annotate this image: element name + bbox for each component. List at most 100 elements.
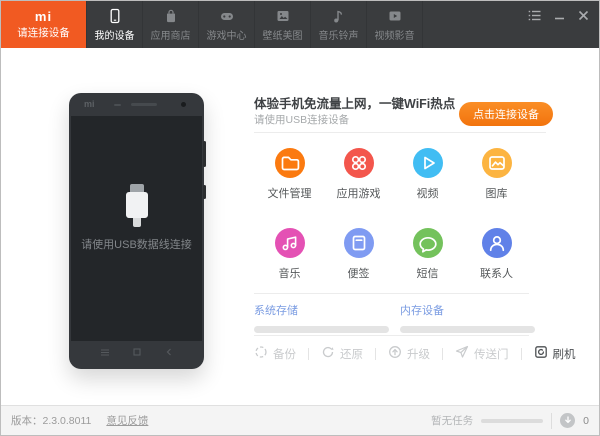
shortcut-label: 短信 (416, 268, 439, 280)
storage-section: 系统存储 内存设备 (254, 302, 535, 333)
shortcut-label: 联系人 (480, 268, 513, 280)
usb-plug-icon (125, 184, 148, 227)
tab-label: 音乐铃声 (318, 30, 359, 42)
shortcut-label: 应用游戏 (336, 188, 381, 200)
phone-mi-logo: mi (84, 99, 95, 109)
connect-device-button[interactable]: 点击连接设备 (459, 102, 553, 126)
phone-nav-buttons (69, 343, 204, 361)
store-bag-icon (163, 8, 179, 24)
restore-icon (321, 345, 335, 362)
storage-internal-bar (400, 326, 535, 333)
phone-volume-button (203, 141, 206, 167)
tool-label: 刷机 (552, 348, 576, 361)
storage-system: 系统存储 (254, 302, 389, 333)
shortcut-label: 图库 (485, 188, 508, 200)
phone-earpiece (131, 103, 157, 106)
shortcut-video[interactable]: 视频 (393, 148, 462, 201)
tab-my-device[interactable]: 我的设备 (86, 1, 143, 48)
tab-label: 我的设备 (94, 30, 135, 42)
tab-label: 游戏中心 (206, 30, 247, 42)
menu-icon (101, 343, 110, 361)
shortcut-sms[interactable]: 短信 (393, 228, 462, 281)
folder-icon (274, 148, 305, 178)
tab-music-ringtones[interactable]: 音乐铃声 (311, 1, 367, 48)
usb-hint-text: 请使用USB数据线连接 (81, 239, 192, 251)
divider (442, 347, 443, 360)
tool-label: 还原 (340, 348, 363, 361)
tool-flash[interactable]: 刷机 (534, 345, 576, 362)
storage-internal-label[interactable]: 内存设备 (400, 302, 535, 318)
brand-block: mi 请连接设备 (1, 1, 86, 48)
shortcut-contacts[interactable]: 联系人 (462, 228, 531, 281)
shortcut-label: 便签 (347, 268, 370, 280)
tools-row: 备份 还原 升级 传送门 刷机 (254, 345, 576, 362)
tab-wallpapers[interactable]: 壁纸美图 (255, 1, 311, 48)
tool-label: 备份 (273, 348, 296, 361)
shortcut-label: 音乐 (278, 268, 301, 280)
upgrade-icon (388, 345, 402, 362)
divider (254, 335, 529, 336)
tool-label: 升级 (407, 348, 430, 361)
gamepad-icon (219, 8, 235, 24)
phone-camera (181, 102, 186, 107)
storage-system-label[interactable]: 系统存储 (254, 302, 389, 318)
flash-icon (534, 345, 548, 362)
phone-screen: 请使用USB数据线连接 (71, 116, 202, 341)
divider (375, 347, 376, 360)
shortcut-apps-games[interactable]: 应用游戏 (324, 148, 393, 201)
divider (551, 412, 553, 429)
version-text: 版本：2.3.0.8011 (11, 415, 92, 427)
shortcut-music[interactable]: 音乐 (255, 228, 324, 281)
divider (254, 132, 546, 133)
task-count: 0 (583, 414, 589, 427)
window-controls (528, 10, 589, 21)
phone-sensor (114, 104, 121, 106)
notes-icon (343, 228, 374, 258)
back-icon (166, 343, 172, 361)
phone-icon (107, 8, 123, 24)
download-task-icon[interactable] (560, 413, 576, 428)
close-icon[interactable] (578, 10, 589, 21)
shortcut-gallery[interactable]: 图库 (462, 148, 531, 201)
tab-label: 应用商店 (150, 30, 191, 42)
task-list-icon[interactable] (528, 10, 541, 21)
tab-video[interactable]: 视频影音 (367, 1, 423, 48)
storage-system-bar (254, 326, 389, 333)
home-icon (133, 343, 142, 361)
tab-app-store[interactable]: 应用商店 (143, 1, 199, 48)
status-left: 版本：2.3.0.8011 意见反馈 (11, 413, 148, 428)
sub-headline: 请使用USB连接设备 (254, 114, 350, 126)
shortcut-label: 文件管理 (267, 188, 312, 200)
divider (308, 347, 309, 360)
shortcut-notes[interactable]: 便签 (324, 228, 393, 281)
video-icon (387, 8, 403, 24)
sms-bubble-icon (412, 228, 443, 258)
portal-icon (455, 345, 469, 362)
status-bar: 版本：2.3.0.8011 意见反馈 暂无任务 0 (1, 405, 599, 435)
feedback-link[interactable]: 意见反馈 (106, 413, 148, 428)
gallery-icon (481, 148, 512, 178)
music-note-icon (331, 8, 347, 24)
music-notes-icon (274, 228, 305, 258)
shortcut-label: 视频 (416, 188, 439, 200)
divider (254, 293, 529, 294)
tab-game-center[interactable]: 游戏中心 (199, 1, 255, 48)
tool-portal[interactable]: 传送门 (455, 345, 509, 362)
backup-icon (254, 345, 268, 362)
status-right: 暂无任务 0 (431, 412, 589, 429)
minimize-icon[interactable] (554, 10, 565, 21)
phone-power-button (203, 185, 206, 199)
wallpaper-icon (275, 8, 291, 24)
tool-backup[interactable]: 备份 (254, 345, 296, 362)
storage-internal: 内存设备 (400, 302, 535, 333)
mi-logo: mi (34, 8, 53, 24)
tool-restore[interactable]: 还原 (321, 345, 363, 362)
headline: 体验手机免流量上网，一键WiFi热点 (254, 97, 456, 111)
header-bar: mi 请连接设备 我的设备 应用商店 游戏中心 壁纸美图 音乐铃声 视频影音 (1, 1, 599, 48)
divider (520, 347, 522, 360)
contact-icon (481, 228, 512, 258)
tool-upgrade[interactable]: 升级 (388, 345, 430, 362)
shortcut-file-manager[interactable]: 文件管理 (255, 148, 324, 201)
connection-status: 请连接设备 (17, 26, 70, 39)
tab-label: 视频影音 (374, 30, 415, 42)
